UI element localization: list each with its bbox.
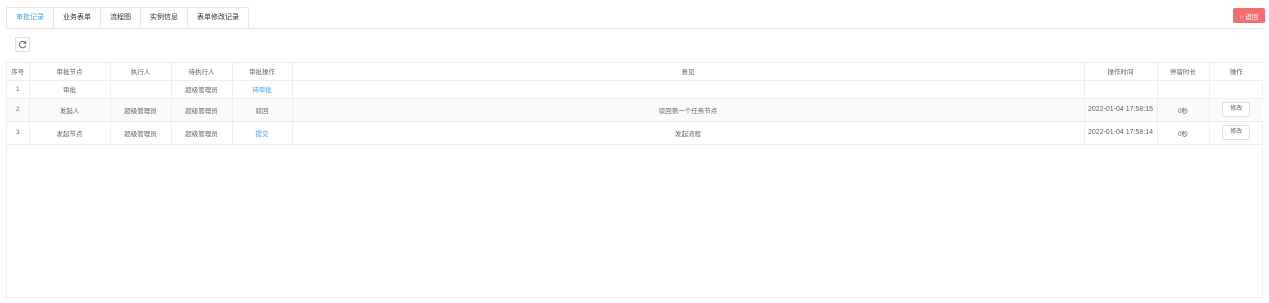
cell-duration: 0秒	[1157, 98, 1210, 122]
cell-node: 发起人	[29, 98, 111, 122]
col-header-executor: 执行人	[110, 63, 172, 81]
cell-duration	[1157, 80, 1210, 99]
back-button-label: ○ 返回	[1239, 13, 1259, 21]
table-row: 3 发起节点 超级管理员 超级管理员 提交 发起流程 2022-01-04 17…	[7, 121, 1263, 145]
cell-index: 2	[7, 98, 30, 122]
cell-operation: 修改	[1209, 121, 1263, 145]
back-button[interactable]: ○ 返回	[1233, 8, 1265, 23]
col-header-time: 操作时间	[1084, 63, 1158, 81]
col-header-node: 审批节点	[29, 63, 111, 81]
tab-instance-info[interactable]: 实例信息	[141, 8, 188, 28]
cell-time	[1084, 80, 1158, 99]
cell-index: 3	[7, 121, 30, 145]
cell-pending: 超级管理员	[171, 121, 233, 145]
col-header-action: 审批操作	[232, 63, 293, 81]
cell-opinion	[292, 80, 1085, 99]
col-header-duration: 停留时长	[1157, 63, 1210, 81]
edit-button[interactable]: 修改	[1222, 125, 1251, 140]
col-header-opinion: 意见	[292, 63, 1085, 81]
cell-executor: 超级管理员	[110, 98, 172, 122]
tab-flow-chart[interactable]: 流程图	[101, 8, 141, 28]
col-header-index: 序号	[7, 63, 30, 81]
col-header-operation: 操作	[1209, 63, 1263, 81]
cell-node: 审批	[29, 80, 111, 99]
tab-form-change-records[interactable]: 表单修改记录	[188, 8, 248, 28]
cell-pending: 超级管理员	[171, 98, 233, 122]
refresh-button[interactable]	[15, 37, 30, 52]
cell-operation	[1209, 80, 1263, 99]
cell-operation: 修改	[1209, 98, 1263, 122]
cell-time: 2022-01-04 17:58:14	[1084, 121, 1158, 145]
cell-action: 驳回	[232, 98, 293, 122]
cell-node: 发起节点	[29, 121, 111, 145]
tabs-divider	[6, 28, 1263, 29]
cell-opinion: 发起流程	[292, 121, 1085, 145]
cell-executor: 超级管理员	[110, 121, 172, 145]
approval-records-table: 序号 审批节点 执行人 待执行人 审批操作 意见 操作时间 停留时长 操作 1 …	[6, 62, 1263, 298]
tab-business-form[interactable]: 业务表单	[54, 8, 101, 28]
tab-approval-records[interactable]: 审批记录	[7, 8, 54, 28]
detail-tabs: 审批记录 业务表单 流程图 实例信息 表单修改记录	[6, 7, 249, 28]
cell-action: 提交	[232, 121, 293, 145]
table-header-row: 序号 审批节点 执行人 待执行人 审批操作 意见 操作时间 停留时长 操作	[7, 63, 1263, 81]
cell-executor	[110, 80, 172, 99]
cell-opinion: 驳回第一个任务节点	[292, 98, 1085, 122]
cell-index: 1	[7, 80, 30, 99]
edit-button[interactable]: 修改	[1222, 102, 1251, 117]
table-row: 1 审批 超级管理员 待审批	[7, 80, 1263, 99]
refresh-icon	[18, 40, 27, 49]
cell-pending: 超级管理员	[171, 80, 233, 99]
cell-time: 2022-01-04 17:58:15	[1084, 98, 1158, 122]
table-row: 2 发起人 超级管理员 超级管理员 驳回 驳回第一个任务节点 2022-01-0…	[7, 98, 1263, 122]
cell-duration: 0秒	[1157, 121, 1210, 145]
col-header-pending: 待执行人	[171, 63, 233, 81]
cell-action: 待审批	[232, 80, 293, 99]
